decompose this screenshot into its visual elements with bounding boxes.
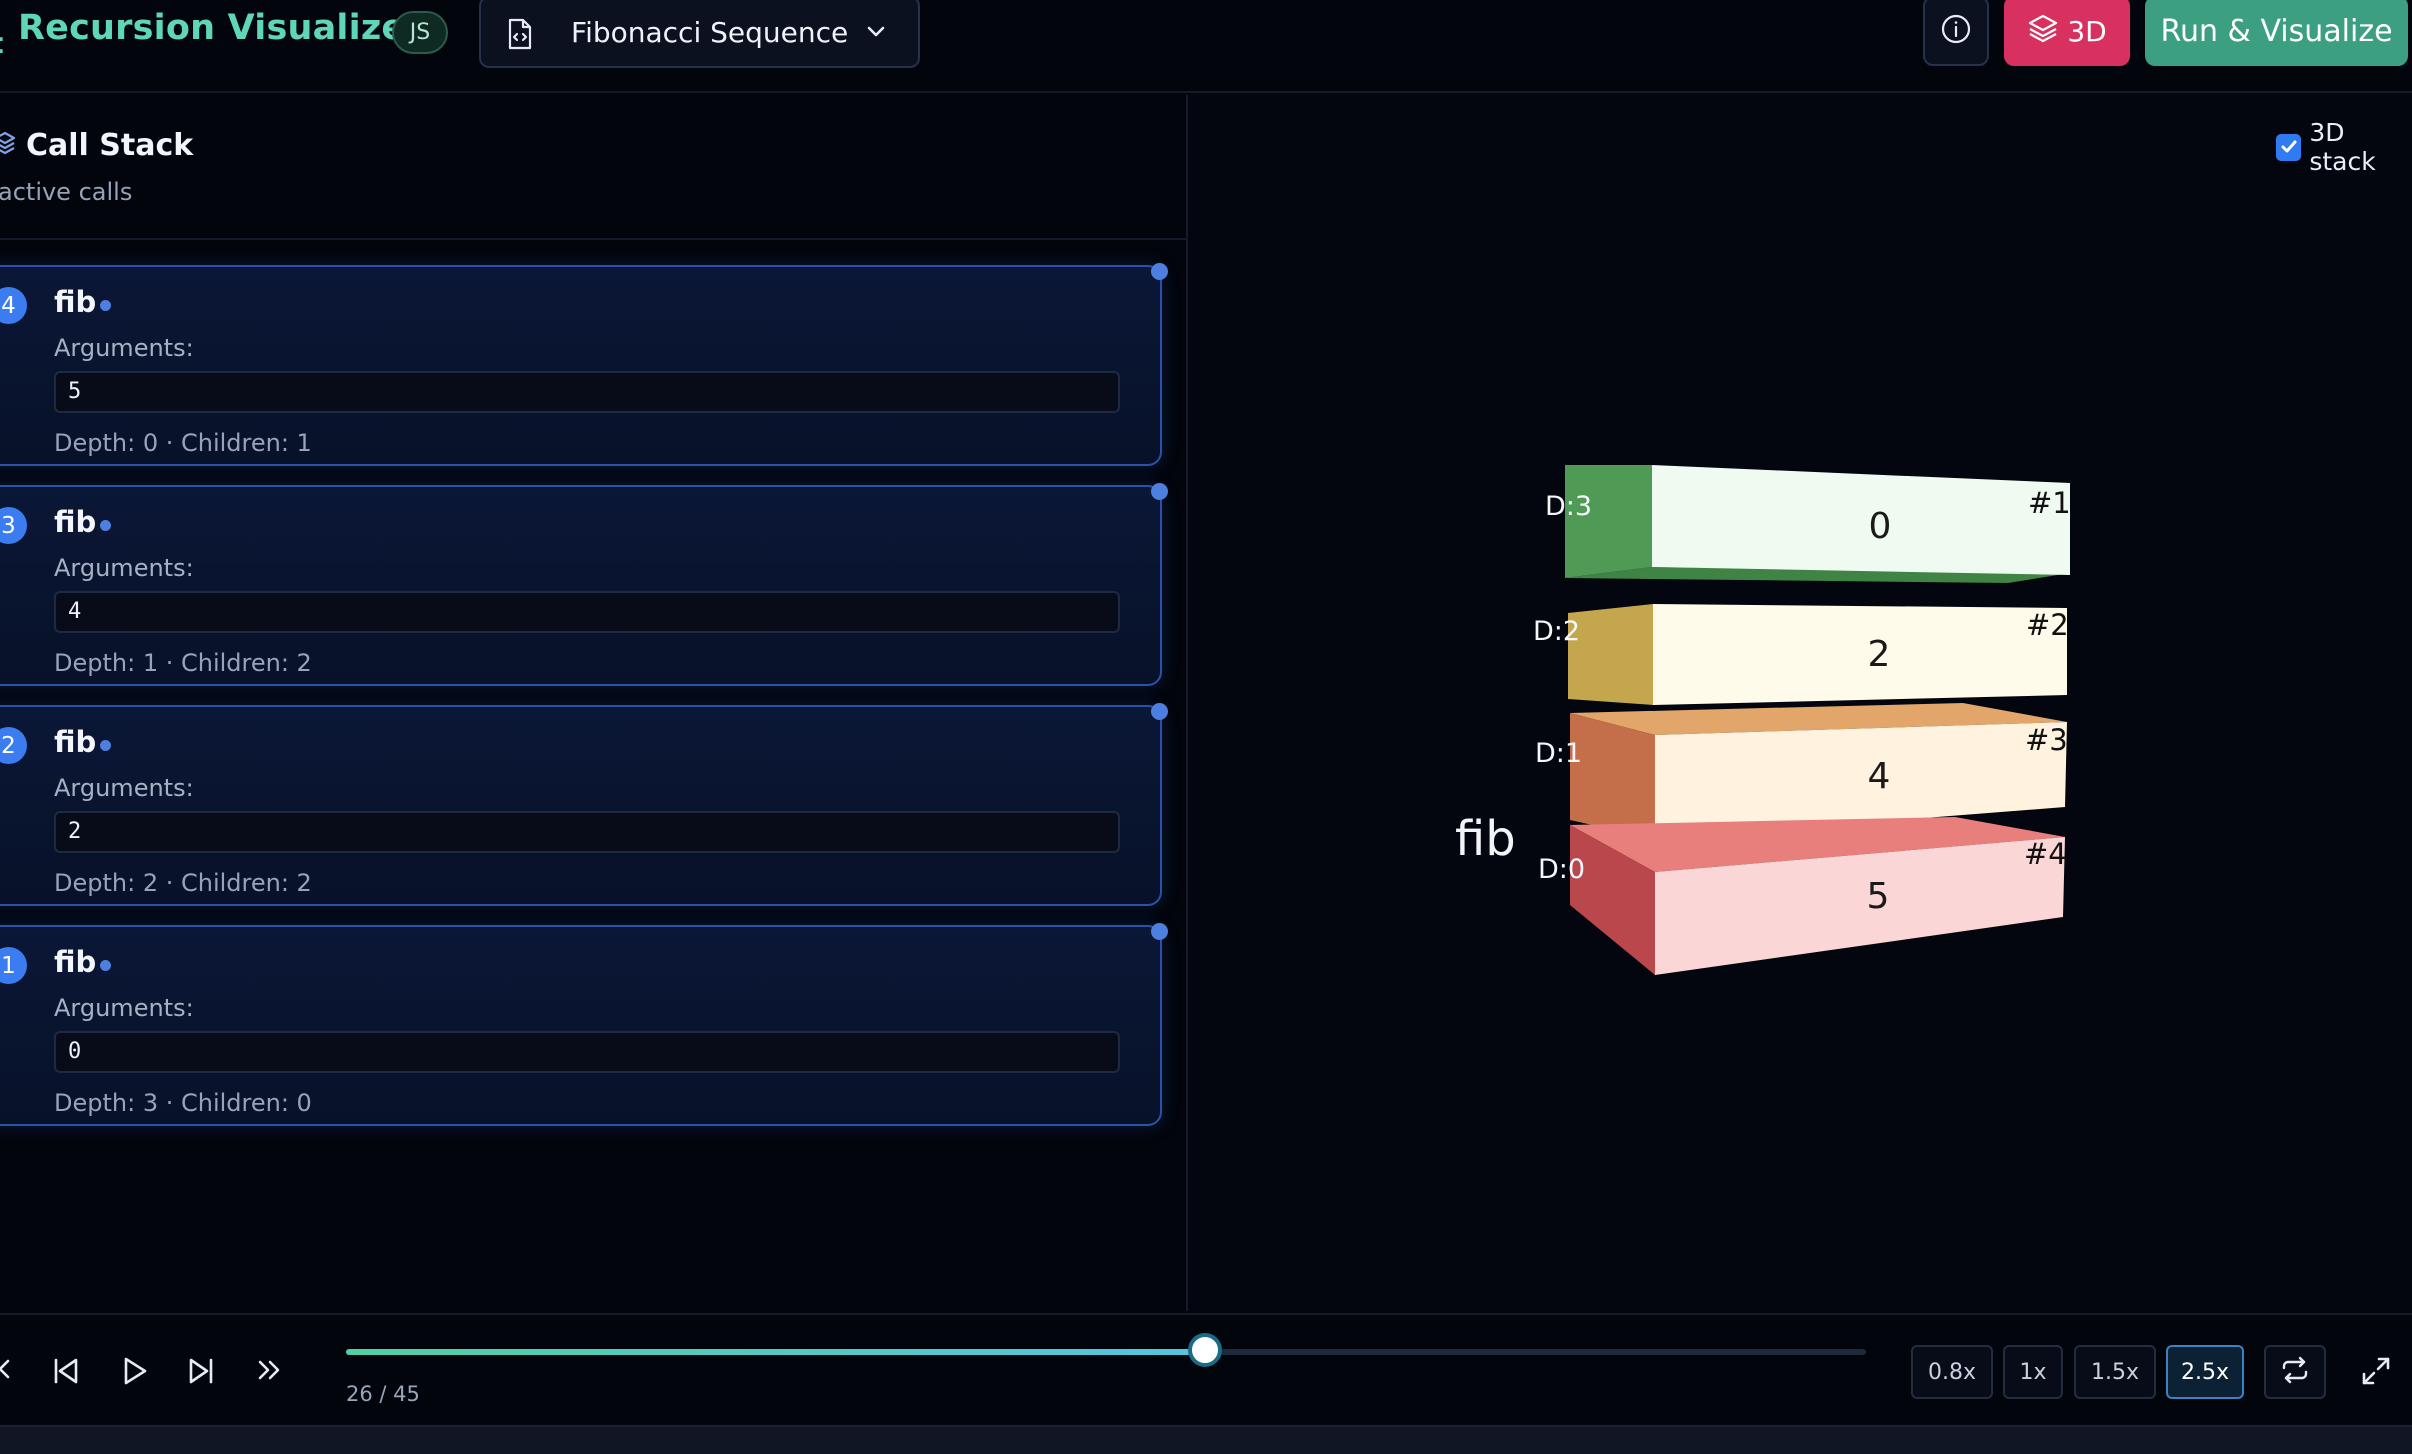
stack-function-label: fib xyxy=(1455,811,1516,867)
checkbox-checked-icon[interactable] xyxy=(2276,133,2302,161)
active-dot xyxy=(100,300,111,311)
loop-button[interactable] xyxy=(2264,1345,2326,1399)
stack-frame-card[interactable]: 3 fib Arguments: 4 Depth: 1 · Children: … xyxy=(0,483,1168,686)
frame-function-name: fib xyxy=(54,505,97,539)
block-id-label: #3 xyxy=(2025,723,2068,757)
frame-function-name: fib xyxy=(54,285,97,319)
call-stack-subtitle: active calls xyxy=(0,178,133,206)
active-dot xyxy=(100,740,111,751)
block-side-face xyxy=(1568,604,1653,705)
frame-meta: Depth: 0 · Children: 1 xyxy=(54,429,312,457)
arguments-value: 2 xyxy=(54,811,1120,853)
speed-button[interactable]: 1.5x xyxy=(2074,1345,2156,1399)
run-visualize-button[interactable]: Run & Visualize xyxy=(2145,0,2408,66)
frame-indicator-dot xyxy=(1151,483,1168,500)
toggle-3d-button[interactable]: 3D xyxy=(2004,0,2130,66)
progress-fill xyxy=(346,1349,1206,1355)
frame-number-badge: 1 xyxy=(0,947,27,984)
stack-block[interactable]: D:2 2 #2 xyxy=(1533,604,2069,705)
repeat-icon xyxy=(2280,1356,2310,1388)
algorithm-select[interactable]: Fibonacci Sequence xyxy=(479,0,920,68)
frame-number-badge: 4 xyxy=(0,287,27,324)
fast-forward-icon[interactable] xyxy=(254,1355,284,1389)
step-counter: 26 / 45 xyxy=(346,1382,420,1406)
3d-stack-toggle[interactable]: 3D stack xyxy=(2276,118,2412,176)
3d-stack-toggle-label: 3D stack xyxy=(2309,118,2376,176)
speed-button-active[interactable]: 2.5x xyxy=(2166,1345,2244,1399)
stack-block[interactable]: D:3 0 #1 xyxy=(1545,465,2071,583)
arguments-label: Arguments: xyxy=(54,774,194,802)
toggle-3d-label: 3D xyxy=(2067,14,2107,48)
chevron-down-icon xyxy=(865,21,887,47)
frame-meta: Depth: 2 · Children: 2 xyxy=(54,869,312,897)
frame-number-badge: 2 xyxy=(0,727,27,764)
arguments-value: 4 xyxy=(54,591,1120,633)
playback-bar: 26 / 45 0.8x 1x 1.5x 2.5x xyxy=(0,1313,2412,1425)
stack-frame-card[interactable]: 2 fib Arguments: 2 Depth: 2 · Children: … xyxy=(0,703,1168,906)
block-side-face xyxy=(1570,713,1655,839)
rewind-icon[interactable] xyxy=(0,1355,14,1387)
visualization-panel: D:3 0 #1 D:2 2 #2 D:1 4 #3 D:0 5 #4 fib … xyxy=(1190,95,2412,1311)
frame-meta: Depth: 1 · Children: 2 xyxy=(54,649,312,677)
block-front-face xyxy=(1653,604,2067,705)
stack-frame-card[interactable]: 1 fib Arguments: 0 Depth: 3 · Children: … xyxy=(0,923,1168,1126)
algorithm-select-value: Fibonacci Sequence xyxy=(571,16,849,49)
progress-thumb[interactable] xyxy=(1188,1333,1223,1367)
block-value-label: 0 xyxy=(1869,506,1892,547)
block-id-label: #1 xyxy=(2028,486,2071,520)
block-value-label: 2 xyxy=(1868,634,1891,675)
stack-3d-scene[interactable]: D:3 0 #1 D:2 2 #2 D:1 4 #3 D:0 5 #4 fib xyxy=(1190,95,2412,1311)
layers-icon xyxy=(0,131,16,161)
active-dot xyxy=(100,960,111,971)
arguments-label: Arguments: xyxy=(54,554,194,582)
call-stack-title: Call Stack xyxy=(26,128,194,163)
app-header: : Recursion Visualizer JS Fibonacci Sequ… xyxy=(0,0,2412,93)
stack-block[interactable]: D:0 5 #4 xyxy=(1538,817,2067,975)
active-dot xyxy=(100,520,111,531)
frame-indicator-dot xyxy=(1151,923,1168,940)
speed-button[interactable]: 1x xyxy=(2003,1345,2063,1399)
fullscreen-icon[interactable] xyxy=(2360,1355,2392,1391)
call-stack-panel: Call Stack active calls 4 fib Arguments:… xyxy=(0,95,1188,1311)
info-button[interactable] xyxy=(1923,0,1989,66)
block-depth-label: D:0 xyxy=(1538,854,1585,885)
block-value-label: 4 xyxy=(1868,756,1891,797)
block-depth-label: D:1 xyxy=(1535,738,1582,769)
code-file-icon xyxy=(507,18,533,54)
frame-indicator-dot xyxy=(1151,703,1168,720)
frame-function-name: fib xyxy=(54,725,97,759)
block-id-label: #2 xyxy=(2026,608,2069,642)
block-depth-label: D:2 xyxy=(1533,616,1580,647)
stack-frame-card[interactable]: 4 fib Arguments: 5 Depth: 0 · Children: … xyxy=(0,263,1168,466)
call-stack-header: Call Stack active calls xyxy=(0,95,1186,240)
progress-track[interactable] xyxy=(346,1349,1866,1355)
frame-indicator-dot xyxy=(1151,263,1168,280)
frame-meta: Depth: 3 · Children: 0 xyxy=(54,1089,312,1117)
skip-back-icon[interactable] xyxy=(50,1355,82,1391)
layers-icon xyxy=(2027,13,2059,50)
speed-button[interactable]: 0.8x xyxy=(1911,1345,1993,1399)
block-id-label: #4 xyxy=(2024,837,2067,871)
arguments-label: Arguments: xyxy=(54,994,194,1022)
menu-edge-icon[interactable]: : xyxy=(0,26,6,61)
stack-block[interactable]: D:1 4 #3 xyxy=(1535,703,2068,839)
block-depth-label: D:3 xyxy=(1545,491,1592,522)
play-icon[interactable] xyxy=(118,1355,150,1391)
skip-forward-icon[interactable] xyxy=(185,1355,217,1391)
arguments-value: 5 xyxy=(54,371,1120,413)
info-icon xyxy=(1940,13,1972,49)
language-badge: JS xyxy=(392,11,448,54)
window-bottom-strip xyxy=(0,1425,2412,1454)
block-value-label: 5 xyxy=(1867,876,1890,917)
arguments-label: Arguments: xyxy=(54,334,194,362)
arguments-value: 0 xyxy=(54,1031,1120,1073)
frame-number-badge: 3 xyxy=(0,507,27,544)
app-title: Recursion Visualizer xyxy=(18,8,423,48)
block-front-face xyxy=(1652,465,2070,575)
frame-function-name: fib xyxy=(54,945,97,979)
